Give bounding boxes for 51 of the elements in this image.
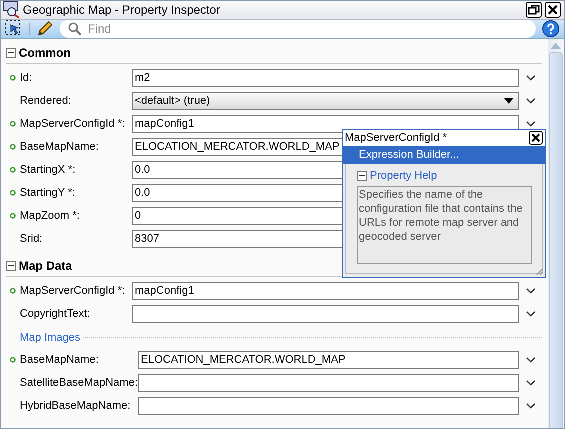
- text-field[interactable]: [138, 374, 519, 392]
- chevron-down-icon[interactable]: [526, 120, 536, 126]
- pencil-icon[interactable]: [36, 20, 54, 38]
- chevron-down-icon[interactable]: [526, 380, 536, 386]
- collapse-icon[interactable]: [6, 261, 16, 271]
- close-icon[interactable]: [529, 131, 543, 145]
- resize-grip-icon[interactable]: [536, 268, 544, 276]
- map-search-icon: [3, 1, 21, 19]
- section-title: Common: [19, 46, 71, 60]
- property-label: MapServerConfigId *:: [20, 284, 126, 296]
- property-label: Rendered:: [20, 94, 72, 106]
- property-label: StartingX *:: [20, 164, 77, 176]
- chevron-down-icon[interactable]: [526, 98, 536, 104]
- property-label: MapZoom *:: [20, 210, 81, 222]
- text-field[interactable]: [138, 396, 519, 414]
- text-field[interactable]: mapConfig1: [132, 282, 519, 300]
- expression-builder-item[interactable]: Expression Builder...: [343, 146, 545, 164]
- collapse-icon[interactable]: [357, 171, 367, 181]
- chevron-down-icon[interactable]: [526, 74, 536, 80]
- collapse-icon[interactable]: [6, 48, 16, 58]
- text-field[interactable]: m2: [132, 68, 519, 86]
- property-label: HybridBaseMapName:: [20, 400, 132, 412]
- text-field[interactable]: [132, 304, 519, 322]
- help-icon[interactable]: [542, 20, 560, 38]
- property-label: Srid:: [20, 232, 44, 244]
- property-label: BaseMapName:: [20, 140, 100, 152]
- section-title: Map Data: [19, 259, 72, 273]
- property-label: MapServerConfigId *:: [20, 118, 126, 130]
- help-text: Specifies the name of the configuration file that contains the URLs for remote map server and geocoded server: [357, 186, 532, 264]
- property-label: Id:: [20, 72, 34, 84]
- close-icon[interactable]: [545, 2, 561, 18]
- chevron-down-icon[interactable]: [526, 356, 536, 362]
- scrollbar-thumb[interactable]: [549, 52, 563, 428]
- scrollbar[interactable]: [548, 39, 564, 428]
- chevron-down-icon[interactable]: [526, 402, 536, 408]
- dropdown-arrow-icon: [504, 98, 514, 104]
- text-field[interactable]: mapConfig1: [132, 114, 519, 132]
- search-icon: [68, 22, 82, 36]
- text-field[interactable]: ELOCATION_MERCATOR.WORLD_MAP: [138, 350, 519, 368]
- search-field[interactable]: Find: [60, 20, 536, 38]
- chevron-down-icon[interactable]: [526, 310, 536, 316]
- property-label: CopyrightText:: [20, 308, 92, 320]
- window-title: Geographic Map - Property Inspector: [23, 3, 222, 17]
- property-label: BaseMapName:: [20, 354, 100, 366]
- property-label: SatelliteBaseMapName:: [20, 376, 138, 388]
- chevron-down-icon[interactable]: [526, 288, 536, 294]
- subsection-title: Map Images: [20, 332, 81, 344]
- select-icon[interactable]: [5, 20, 23, 38]
- restore-icon[interactable]: [526, 2, 542, 18]
- property-label: StartingY *:: [20, 186, 76, 198]
- dropdown-field[interactable]: <default> (true): [132, 92, 519, 110]
